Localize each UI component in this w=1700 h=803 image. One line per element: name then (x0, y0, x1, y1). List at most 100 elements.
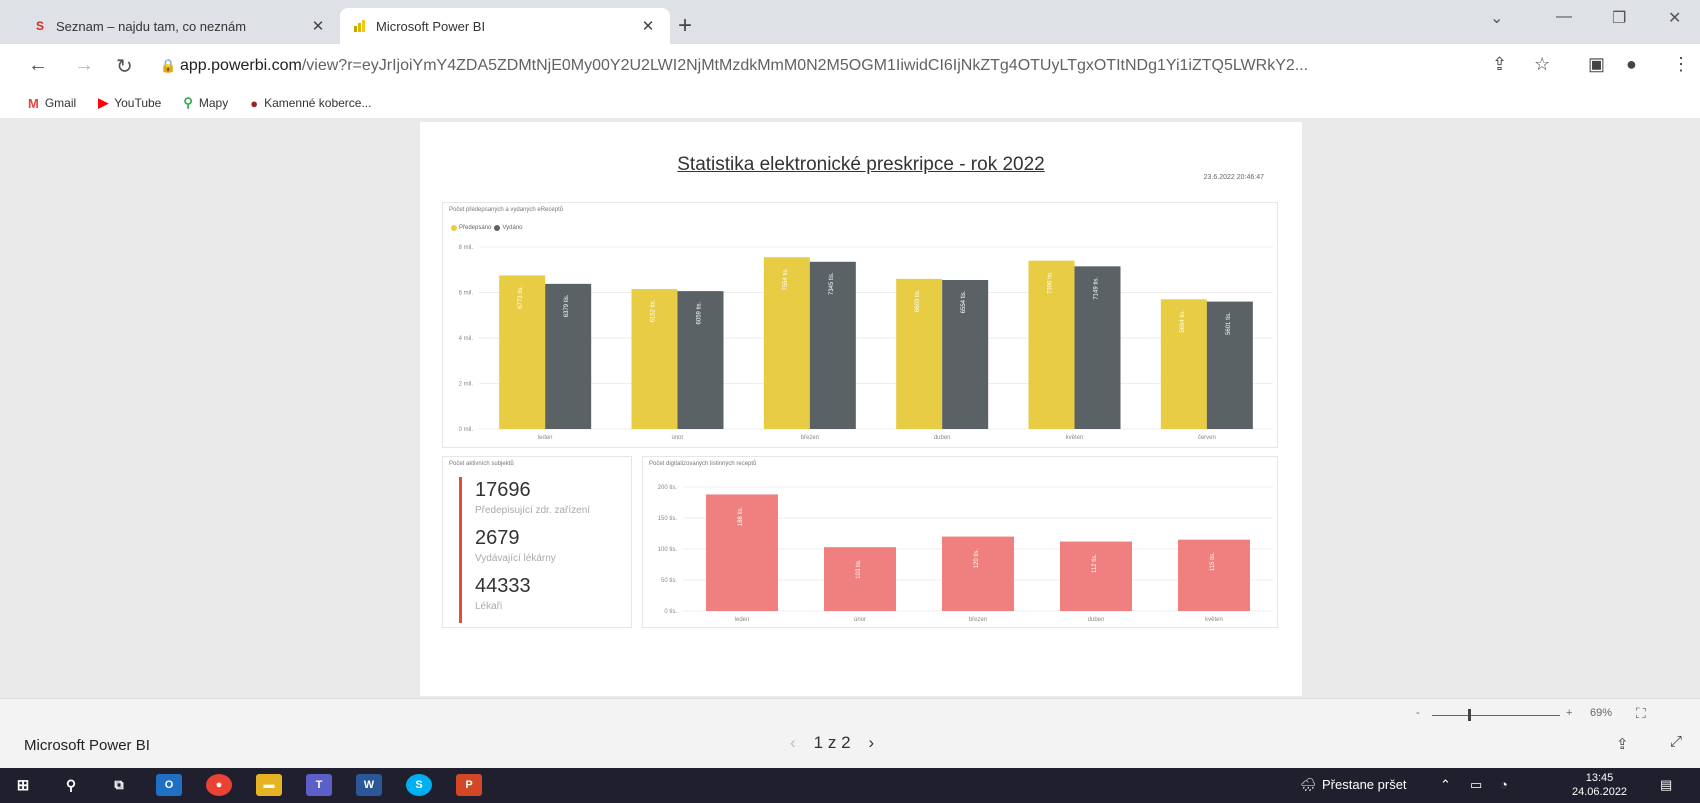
browser-toolbar: ← → ↻ 🔒 app.powerbi.com/view?r=eyJrIjoiY… (0, 44, 1700, 88)
address-bar[interactable]: 🔒 app.powerbi.com/view?r=eyJrIjoiYmY4ZDA… (160, 50, 1560, 82)
tab-title: Microsoft Power BI (376, 18, 486, 34)
data-label: 120 tis. (974, 549, 980, 569)
back-arrow-icon[interactable]: ← (28, 54, 48, 77)
notifications-icon[interactable]: ▤ (1660, 777, 1672, 793)
y-tick-label: 100 tis. (658, 547, 678, 553)
zoom-out-icon[interactable]: - (1416, 707, 1420, 719)
teams-icon[interactable]: T (306, 774, 332, 796)
reload-icon[interactable]: ↻ (116, 54, 133, 79)
legend-label: Vydáno (502, 225, 523, 231)
tray-chevron-icon[interactable]: ⌃ (1440, 777, 1451, 793)
fullscreen-icon[interactable]: ⤢ (1670, 733, 1682, 750)
legend-swatch (494, 225, 501, 231)
word-icon[interactable]: W (356, 774, 382, 796)
data-label: 6379 tis. (564, 294, 570, 317)
chart-title: Počet digitalizovaných listinných recept… (649, 461, 757, 467)
bookmark-mapy[interactable]: ⚲ Mapy (183, 95, 228, 111)
gmail-icon: M (28, 95, 39, 111)
battery-icon[interactable]: ▭ (1470, 777, 1482, 793)
bar (1178, 539, 1250, 611)
tab-search-chevron-icon[interactable]: ⌄ (1490, 8, 1503, 28)
data-label: 7149 tis. (1094, 277, 1100, 300)
task-view-icon[interactable]: ⧉ (106, 774, 132, 796)
data-label: 188 tis. (738, 506, 744, 526)
zoom-control[interactable]: - + 69% ⛶ (1412, 705, 1692, 725)
restore-button[interactable]: ❐ (1612, 8, 1626, 28)
weather-icon[interactable]: 🌧 (1300, 777, 1317, 793)
data-label: 6554 tis. (961, 290, 967, 313)
zoom-slider-thumb[interactable] (1468, 709, 1471, 721)
tab-seznam[interactable]: S Seznam – najdu tam, co neznám ✕ (20, 8, 340, 44)
search-icon[interactable]: ⚲ (58, 774, 84, 796)
bookmark-site-icon: ● (250, 95, 259, 111)
legend-swatch (451, 225, 457, 231)
profile-avatar-icon[interactable]: ● (1626, 54, 1637, 75)
digitized-chart-card[interactable]: Počet digitalizovaných listinných recept… (642, 456, 1278, 628)
forward-arrow-icon[interactable]: → (74, 54, 94, 77)
x-tick-label: únor (854, 617, 866, 623)
x-tick-label: květen (1066, 435, 1084, 441)
data-label: 103 tis. (856, 559, 862, 579)
data-label: 6603 tis. (915, 289, 921, 312)
data-label: 7554 tis. (783, 268, 789, 291)
x-tick-label: leden (735, 617, 750, 623)
share-report-icon[interactable]: ⇪ (1616, 735, 1629, 753)
app-name: Microsoft Power BI (24, 737, 150, 754)
erecepty-chart-card[interactable]: Počet předepsaných a vydaných eReceptů P… (442, 202, 1278, 448)
legend-label: Předepsáno (459, 225, 492, 231)
file-explorer-icon[interactable]: ▬ (256, 774, 282, 796)
taskbar-clock[interactable]: 13:45 24.06.2022 (1572, 771, 1627, 799)
close-tab-icon[interactable]: ✕ (638, 17, 658, 35)
windows-start-icon[interactable]: ⊞ (10, 774, 36, 796)
browser-menu-icon[interactable]: ⋮ (1672, 54, 1690, 75)
close-window-button[interactable]: ✕ (1668, 8, 1681, 28)
page-indicator: 1 z 2 (813, 733, 851, 752)
browser-tab-strip: S Seznam – najdu tam, co neznám ✕ Micros… (0, 0, 1700, 44)
bar (1060, 541, 1132, 611)
kpi-card-title: Počet aktivních subjektů (449, 461, 514, 467)
zoom-slider-track[interactable] (1432, 715, 1560, 716)
y-tick-label: 4 mil. (459, 336, 474, 342)
seznam-favicon-icon: S (35, 19, 44, 33)
tab-powerbi[interactable]: Microsoft Power BI ✕ (340, 8, 670, 44)
prev-page-icon[interactable]: ‹ (790, 733, 796, 753)
powerbi-favicon-icon (352, 18, 368, 34)
chrome-icon[interactable]: ● (206, 774, 232, 796)
fit-to-page-icon[interactable]: ⛶ (1636, 705, 1646, 722)
kpi-card[interactable]: Počet aktivních subjektů 17696 Předepisu… (442, 456, 632, 628)
minimize-button[interactable]: — (1556, 8, 1572, 26)
outlook-icon[interactable]: O (156, 774, 182, 796)
y-tick-label: 0 tis. (664, 609, 677, 615)
bookmark-star-icon[interactable]: ☆ (1534, 54, 1550, 75)
weather-notification[interactable]: Přestane pršet (1322, 777, 1407, 792)
x-tick-label: duben (1088, 617, 1105, 623)
y-tick-label: 50 tis. (661, 578, 677, 584)
wifi-icon[interactable]: ◔ (1500, 777, 1508, 792)
page-navigator: ‹ 1 z 2 › (790, 733, 874, 753)
data-label: 115 tis. (1210, 552, 1216, 571)
skype-icon[interactable]: S (406, 774, 432, 796)
powerpoint-icon[interactable]: P (456, 774, 482, 796)
kpi-label: Lékaři (475, 601, 503, 612)
bookmark-youtube[interactable]: ▶ YouTube (98, 95, 161, 111)
data-label: 6152 tis. (651, 299, 657, 322)
x-tick-label: červen (1198, 435, 1216, 441)
bookmark-label: YouTube (114, 96, 162, 110)
zoom-in-icon[interactable]: + (1566, 707, 1572, 719)
data-label: 6059 tis. (697, 301, 703, 324)
kpi-label: Předepisující zdr. zařízení (475, 505, 591, 516)
close-tab-icon[interactable]: ✕ (308, 17, 328, 35)
windows-taskbar: ⊞ ⚲ ⧉ O ● ▬ T W S P 🌧 Přestane pršet ⌃ ▭… (0, 768, 1700, 803)
side-panel-icon[interactable]: ▣ (1588, 54, 1605, 75)
data-label: 5601 tis. (1226, 312, 1232, 335)
next-page-icon[interactable]: › (869, 733, 875, 753)
kpi-value: 44333 (475, 575, 531, 597)
data-label: 6773 tis. (518, 286, 524, 309)
report-viewport: Statistika elektronické preskripce - rok… (0, 118, 1700, 698)
erecepty-bar-chart: 0 mil. 2 mil. 4 mil. 6 mil. 8 mil. 6773 tis. 6… (459, 245, 1273, 441)
share-icon[interactable]: ⇪ (1492, 54, 1507, 75)
bookmark-gmail[interactable]: M Gmail (28, 96, 76, 111)
clock-date: 24.06.2022 (1572, 786, 1628, 798)
bookmark-kamenne-koberce[interactable]: ● Kamenné koberce... (250, 96, 371, 111)
new-tab-button[interactable]: + (678, 12, 692, 40)
